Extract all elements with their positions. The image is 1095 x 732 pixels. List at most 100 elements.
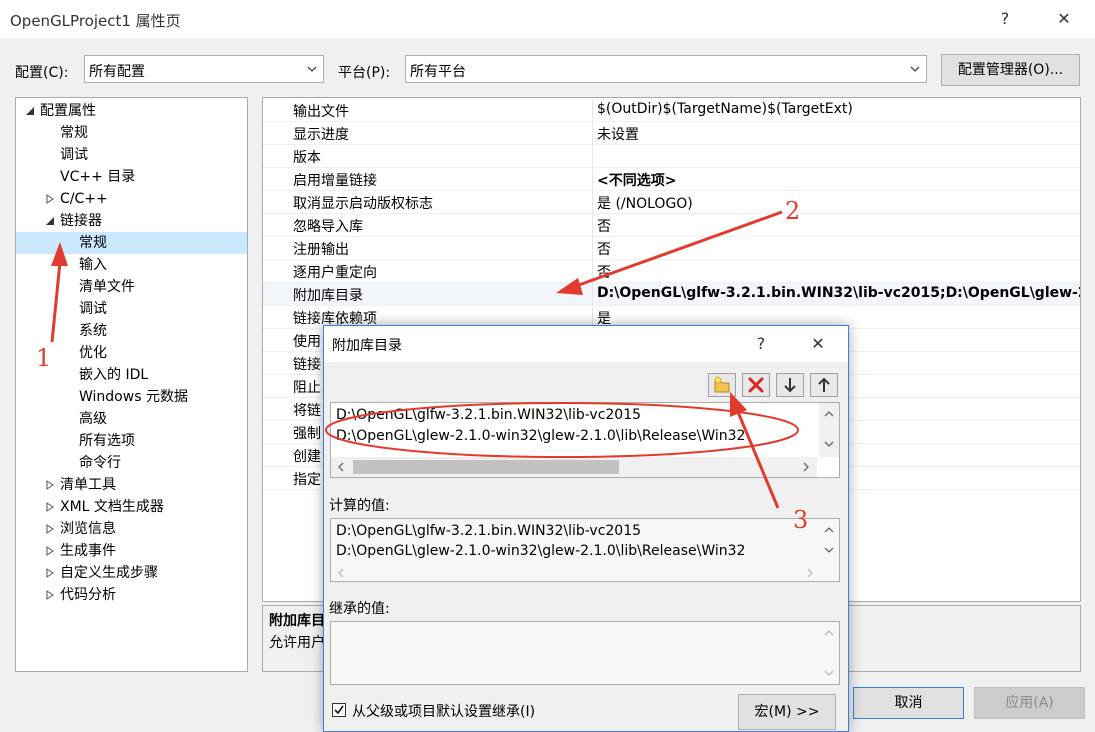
tree-item[interactable]: 链接器 <box>16 210 247 232</box>
arrow-down-icon <box>784 378 796 393</box>
column-divider <box>592 237 593 260</box>
property-row[interactable]: 显示进度 未设置 <box>263 122 1080 145</box>
property-value[interactable]: 否 <box>597 262 611 282</box>
config-select[interactable]: 所有配置 <box>84 55 324 83</box>
tree-item[interactable]: 清单文件 <box>16 276 247 298</box>
tree-item[interactable]: 配置属性 <box>16 100 247 122</box>
tree-item[interactable]: 清单工具 <box>16 474 247 496</box>
tree-item[interactable]: 自定义生成步骤 <box>16 562 247 584</box>
expanded-triangle-icon[interactable] <box>45 216 55 226</box>
new-line-button[interactable] <box>708 373 736 397</box>
property-value[interactable]: 未设置 <box>597 124 639 144</box>
vertical-scrollbar[interactable] <box>819 403 839 457</box>
tree-item[interactable]: Windows 元数据 <box>16 386 247 408</box>
tree-item[interactable]: 代码分析 <box>16 584 247 606</box>
property-row[interactable]: 注册输出 否 <box>263 237 1080 260</box>
horizontal-scrollbar[interactable] <box>331 563 821 581</box>
property-value[interactable]: 是 (/NOLOGO) <box>597 193 693 213</box>
window-title: OpenGLProject1 属性页 <box>10 12 181 30</box>
macro-button[interactable]: 宏(M) >> <box>738 694 836 730</box>
property-row[interactable]: 逐用户重定向 否 <box>263 260 1080 283</box>
annotation-number-1: 1 <box>36 344 52 372</box>
collapsed-triangle-icon[interactable] <box>45 524 55 534</box>
additional-library-dirs-dialog: 附加库目录 ? ✕ D:\OpenGL\glfw-3.2.1.bin.WIN32… <box>323 325 849 732</box>
collapsed-triangle-icon[interactable] <box>45 480 55 490</box>
tree-item[interactable]: 调试 <box>16 298 247 320</box>
inherit-checkbox[interactable] <box>332 703 346 717</box>
directory-entry[interactable]: D:\OpenGL\glfw-3.2.1.bin.WIN32\lib-vc201… <box>336 407 641 423</box>
collapsed-triangle-icon[interactable] <box>45 568 55 578</box>
tree-item[interactable]: C/C++ <box>16 188 247 210</box>
property-value[interactable]: $(OutDir)$(TargetName)$(TargetExt) <box>597 101 853 117</box>
platform-select[interactable]: 所有平台 <box>405 55 927 83</box>
collapsed-triangle-icon[interactable] <box>45 502 55 512</box>
tree-item[interactable]: 输入 <box>16 254 247 276</box>
tree-item[interactable]: VC++ 目录 <box>16 166 247 188</box>
tree-item[interactable]: 系统 <box>16 320 247 342</box>
property-row[interactable]: 忽略导入库 否 <box>263 214 1080 237</box>
tree-item[interactable]: 生成事件 <box>16 540 247 562</box>
dialog-close-button[interactable]: ✕ <box>803 329 833 359</box>
property-row[interactable]: 输出文件 $(OutDir)$(TargetName)$(TargetExt) <box>263 99 1080 122</box>
config-label: 配置(C): <box>15 65 69 81</box>
collapsed-triangle-icon[interactable] <box>45 590 55 600</box>
tree-item[interactable]: 调试 <box>16 144 247 166</box>
property-name: 输出文件 <box>293 104 349 120</box>
column-divider <box>592 283 593 306</box>
collapsed-triangle-icon[interactable] <box>45 546 55 556</box>
property-value[interactable]: <不同选项> <box>597 170 676 190</box>
config-manager-button[interactable]: 配置管理器(O)... <box>941 54 1080 86</box>
property-row[interactable]: 取消显示启动版权标志 是 (/NOLOGO) <box>263 191 1080 214</box>
expanded-triangle-icon[interactable] <box>25 106 35 116</box>
annotation-number-2: 2 <box>785 197 801 225</box>
dialog-help-button[interactable]: ? <box>746 329 776 359</box>
scroll-thumb[interactable] <box>353 460 619 474</box>
property-value[interactable]: 否 <box>597 239 611 259</box>
vertical-scrollbar[interactable] <box>819 519 839 563</box>
tree-item-label: Windows 元数据 <box>79 389 188 405</box>
tree-item[interactable]: 常规 <box>16 232 247 254</box>
dialog-titlebar: 附加库目录 ? ✕ <box>324 326 848 362</box>
cancel-button[interactable]: 取消 <box>853 687 964 719</box>
close-button[interactable]: ✕ <box>1049 4 1079 34</box>
directory-list[interactable]: D:\OpenGL\glfw-3.2.1.bin.WIN32\lib-vc201… <box>330 402 840 478</box>
apply-button[interactable]: 应用(A) <box>974 687 1085 719</box>
move-down-button[interactable] <box>776 373 804 397</box>
tree-item-label: 优化 <box>79 345 107 361</box>
tree-item-label: 清单文件 <box>79 279 135 295</box>
horizontal-scrollbar[interactable] <box>331 457 817 477</box>
property-row[interactable]: 启用增量链接 <不同选项> <box>263 168 1080 191</box>
property-name: 指定 <box>293 472 321 488</box>
property-value[interactable]: D:\OpenGL\glfw-3.2.1.bin.WIN32\lib-vc201… <box>597 285 1080 301</box>
vertical-scrollbar[interactable] <box>819 622 839 684</box>
property-name: 阻止 <box>293 380 321 396</box>
delete-icon <box>748 377 764 393</box>
property-value[interactable]: 否 <box>597 216 611 236</box>
tree-item[interactable]: 命令行 <box>16 452 247 474</box>
collapsed-triangle-icon[interactable] <box>45 194 55 204</box>
property-name: 注册输出 <box>293 242 349 258</box>
tree-item[interactable]: 所有选项 <box>16 430 247 452</box>
property-row[interactable]: 版本 <box>263 145 1080 168</box>
tree-item[interactable]: 浏览信息 <box>16 518 247 540</box>
delete-line-button[interactable] <box>742 373 770 397</box>
tree-item-label: 自定义生成步骤 <box>60 565 158 581</box>
checkmark-icon <box>334 705 344 715</box>
directory-entry[interactable]: D:\OpenGL\glew-2.1.0-win32\glew-2.1.0\li… <box>336 428 745 444</box>
tree-item-label: 清单工具 <box>60 477 116 493</box>
chevron-left-icon <box>338 462 344 472</box>
property-name: 强制 <box>293 426 321 442</box>
tree-item-label: 链接器 <box>60 213 102 229</box>
tree-item[interactable]: 常规 <box>16 122 247 144</box>
help-button[interactable]: ? <box>990 4 1020 34</box>
move-up-button[interactable] <box>810 373 838 397</box>
property-name: 忽略导入库 <box>293 219 363 235</box>
property-tree[interactable]: 配置属性 常规 调试 VC++ 目录 C/C++ 链接器 常规 输入 清单文件 调试 系统 优化 嵌入的… <box>15 97 248 672</box>
tree-item-label: 浏览信息 <box>60 521 116 537</box>
tree-item[interactable]: 高级 <box>16 408 247 430</box>
inherit-checkbox-label[interactable]: 从父级或项目默认设置继承(I) <box>352 701 535 721</box>
property-row[interactable]: 附加库目录 D:\OpenGL\glfw-3.2.1.bin.WIN32\lib-… <box>263 283 1080 306</box>
chevron-up-icon <box>824 527 834 533</box>
tree-item[interactable]: XML 文档生成器 <box>16 496 247 518</box>
property-name: 取消显示启动版权标志 <box>293 196 433 212</box>
